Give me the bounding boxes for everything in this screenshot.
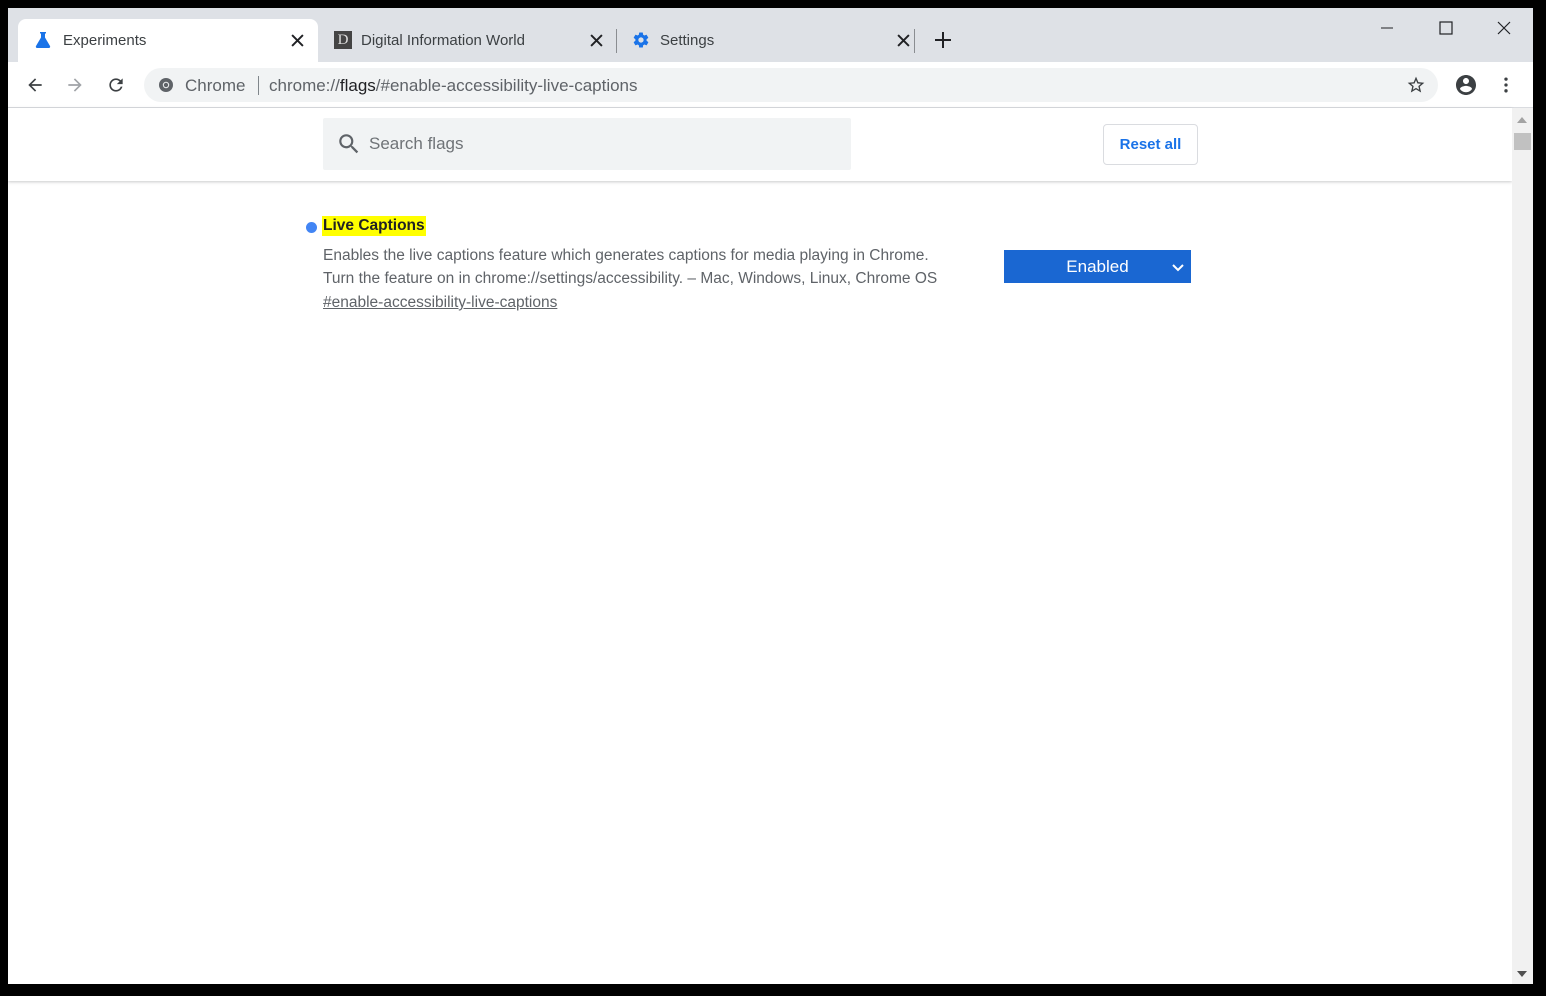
- flags-header: Reset all: [8, 108, 1512, 181]
- site-favicon-d-icon: D: [334, 31, 352, 49]
- vertical-scrollbar[interactable]: [1512, 108, 1533, 984]
- url-host: flags: [339, 76, 376, 95]
- new-tab-button[interactable]: [931, 28, 955, 52]
- maximize-icon: [1439, 21, 1453, 35]
- scrollbar-thumb[interactable]: [1514, 133, 1531, 150]
- flask-icon: [34, 31, 52, 49]
- tab-strip: Experiments D Digital Information World …: [8, 8, 1533, 62]
- maximize-button[interactable]: [1434, 16, 1458, 40]
- back-button[interactable]: [22, 72, 48, 98]
- close-window-button[interactable]: [1492, 16, 1516, 40]
- experiment-description-line: Enables the live captions feature which …: [323, 247, 929, 264]
- experiment-description-line: Turn the feature on in chrome://settings…: [323, 270, 938, 287]
- omnibox-divider: [258, 76, 259, 95]
- account-circle-icon: [1456, 75, 1476, 95]
- security-chip: Chrome: [185, 76, 246, 95]
- scroll-up-arrow-icon[interactable]: [1517, 117, 1527, 123]
- chrome-logo-icon: [158, 77, 174, 93]
- experiment-description: Enables the live captions feature which …: [323, 244, 1003, 290]
- gear-icon: [632, 31, 650, 49]
- tab-settings[interactable]: Settings: [616, 19, 914, 62]
- tab-digital-information-world[interactable]: D Digital Information World: [318, 19, 616, 62]
- close-tab-icon[interactable]: [895, 32, 911, 48]
- back-arrow-icon: [28, 78, 42, 92]
- forward-arrow-icon: [68, 78, 82, 92]
- menu-button[interactable]: [1493, 72, 1519, 98]
- url-text[interactable]: chrome://flags/#enable-accessibility-liv…: [269, 76, 638, 96]
- more-vert-icon: [1504, 77, 1508, 93]
- search-icon: [336, 131, 362, 157]
- browser-window: Experiments D Digital Information World …: [8, 8, 1533, 984]
- favicon-letter: D: [337, 32, 349, 48]
- tab-title: Experiments: [63, 32, 147, 49]
- tab-experiments[interactable]: Experiments: [18, 19, 318, 62]
- reset-all-button[interactable]: Reset all: [1103, 124, 1198, 165]
- reload-button[interactable]: [103, 72, 129, 98]
- minimize-icon: [1381, 27, 1393, 29]
- experiment-title: Live Captions: [322, 216, 426, 236]
- profile-button[interactable]: [1453, 72, 1479, 98]
- close-icon: [1497, 21, 1511, 35]
- address-bar[interactable]: Chrome chrome://flags/#enable-accessibil…: [144, 68, 1438, 102]
- close-tab-icon[interactable]: [289, 32, 305, 48]
- url-prefix: chrome://: [269, 76, 340, 95]
- flags-page: Reset all Live Captions Enables the live…: [8, 108, 1512, 984]
- minimize-button[interactable]: [1375, 16, 1399, 40]
- search-input[interactable]: [369, 130, 839, 158]
- bookmark-star-icon[interactable]: [1406, 75, 1426, 95]
- tab-title: Digital Information World: [361, 32, 525, 49]
- select-value: Enabled: [1066, 256, 1129, 276]
- experiment-live-captions: Live Captions Enables the live captions …: [304, 214, 1204, 324]
- experiment-state-select[interactable]: Enabled: [1004, 250, 1191, 283]
- experiment-permalink[interactable]: #enable-accessibility-live-captions: [323, 294, 557, 312]
- forward-button[interactable]: [62, 72, 88, 98]
- toolbar: Chrome chrome://flags/#enable-accessibil…: [8, 62, 1533, 108]
- url-rest: /#enable-accessibility-live-captions: [375, 76, 638, 95]
- plus-icon: [935, 32, 951, 48]
- close-tab-icon[interactable]: [588, 32, 604, 48]
- modified-indicator-dot: [306, 222, 317, 233]
- tab-separator: [914, 29, 915, 53]
- scroll-down-arrow-icon[interactable]: [1517, 971, 1527, 977]
- search-box[interactable]: [323, 118, 851, 170]
- chevron-down-icon: [1171, 259, 1185, 273]
- reload-icon: [109, 78, 123, 92]
- tab-title: Settings: [660, 32, 715, 49]
